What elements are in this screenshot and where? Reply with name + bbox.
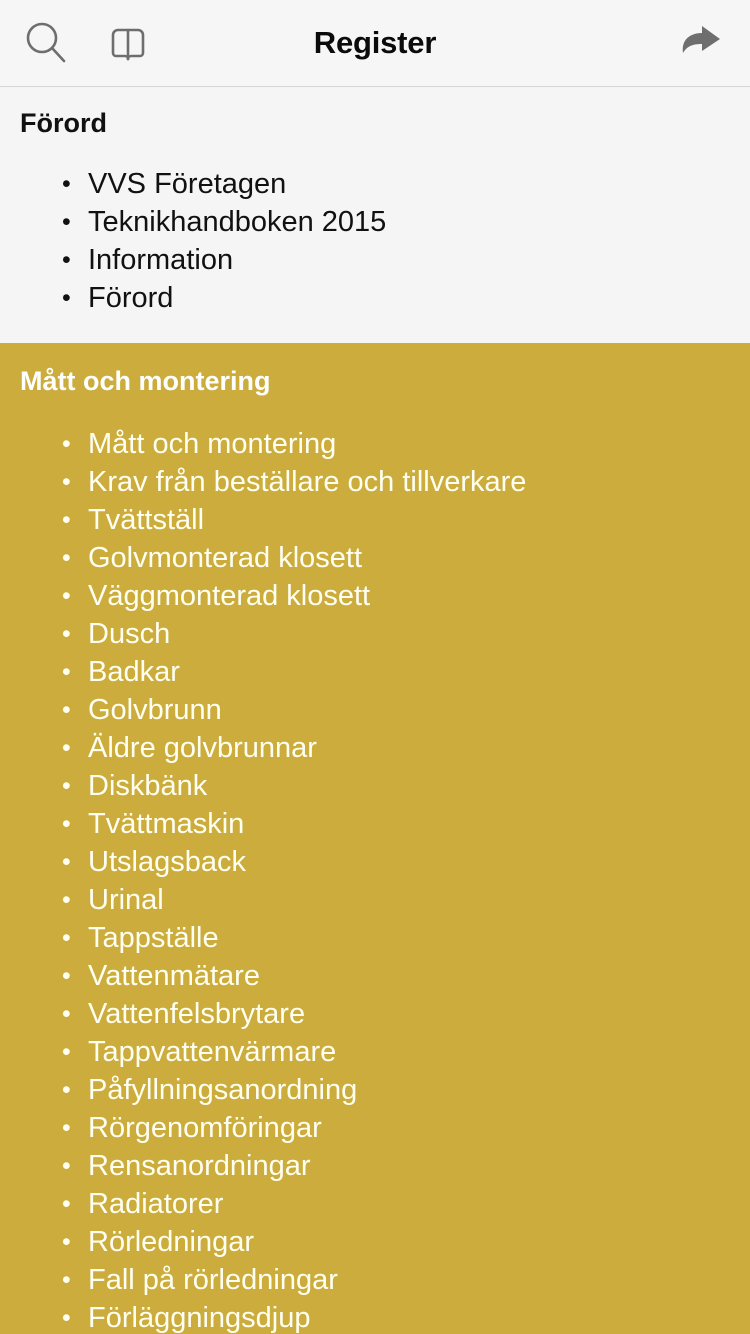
list-item[interactable]: Tappställe [0,919,750,957]
list-item[interactable]: Vattenmätare [0,957,750,995]
open-book-icon[interactable] [100,15,156,71]
register-section-forord: Förord VVS Företagen Teknikhandboken 201… [0,87,750,343]
register-content[interactable]: Förord VVS Företagen Teknikhandboken 201… [0,87,750,1334]
search-icon[interactable] [18,15,74,71]
section-item-list: Mått och montering Krav från beställare … [0,425,750,1334]
section-heading: Mått och montering [20,365,271,396]
list-item[interactable]: Rensanordningar [0,1147,750,1185]
list-item[interactable]: Diskbänk [0,767,750,805]
list-item[interactable]: Urinal [0,881,750,919]
list-item[interactable]: Fall på rörledningar [0,1261,750,1299]
list-item[interactable]: Tvättställ [0,501,750,539]
app-screen: Register Förord VVS Företagen Teknikhand… [0,0,750,1334]
list-item[interactable]: Teknikhandboken 2015 [0,203,750,241]
list-item[interactable]: VVS Företagen [0,165,750,203]
list-item[interactable]: Äldre golvbrunnar [0,729,750,767]
list-item[interactable]: Vattenfelsbrytare [0,995,750,1033]
list-item[interactable]: Utslagsback [0,843,750,881]
list-item[interactable]: Förord [0,279,750,317]
navbar-left-actions [0,15,156,71]
section-item-list: VVS Företagen Teknikhandboken 2015 Infor… [0,165,750,317]
list-item[interactable]: Golvbrunn [0,691,750,729]
list-item[interactable]: Tvättmaskin [0,805,750,843]
list-item[interactable]: Dusch [0,615,750,653]
list-item[interactable]: Påfyllningsanordning [0,1071,750,1109]
list-item[interactable]: Information [0,241,750,279]
navbar-right-actions [672,15,728,71]
list-item[interactable]: Rörgenomföringar [0,1109,750,1147]
list-item[interactable]: Golvmonterad klosett [0,539,750,577]
share-arrow-icon[interactable] [672,15,728,71]
list-item[interactable]: Rörledningar [0,1223,750,1261]
navigation-bar: Register [0,0,750,87]
list-item[interactable]: Radiatorer [0,1185,750,1223]
list-item[interactable]: Krav från beställare och tillverkare [0,463,750,501]
list-item[interactable]: Förläggningsdjup [0,1299,750,1334]
list-item[interactable]: Väggmonterad klosett [0,577,750,615]
section-heading: Förord [20,108,107,138]
list-item[interactable]: Mått och montering [0,425,750,463]
register-section-matt-och-montering: Mått och montering Mått och montering Kr… [0,342,750,1334]
list-item[interactable]: Tappvattenvärmare [0,1033,750,1071]
list-item[interactable]: Badkar [0,653,750,691]
